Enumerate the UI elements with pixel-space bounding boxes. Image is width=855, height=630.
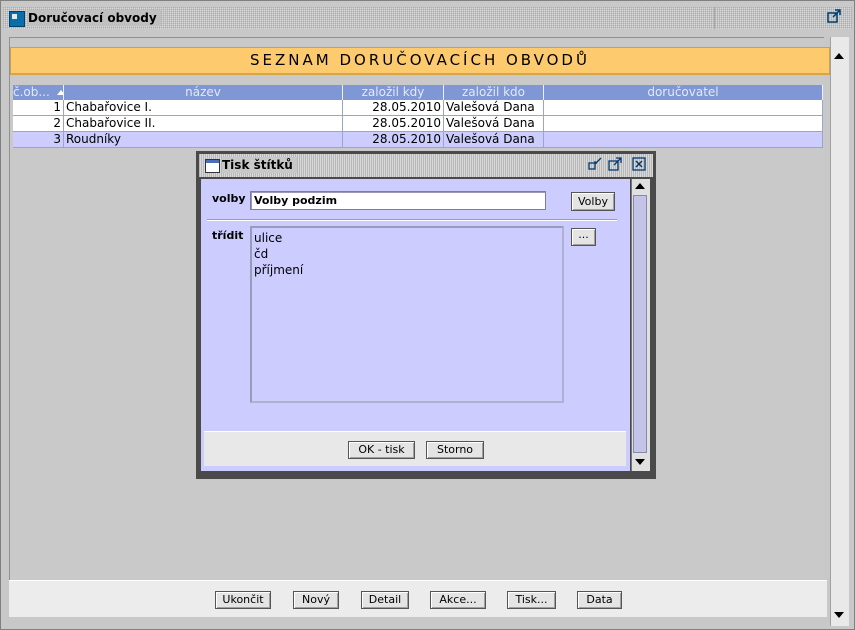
cell-cislo: 1 (13, 100, 64, 116)
cell-dorucovatel (544, 132, 823, 148)
tisk-stitku-dialog: Tisk štítků volby Volby podzim Volby tří… (196, 151, 656, 479)
column-header-zalozil-kdo[interactable]: založil kdo (444, 85, 544, 100)
cell-zalozil-kdo: Valešová Dana (444, 100, 544, 116)
cell-nazev: Chabařovice I. (64, 100, 343, 116)
scroll-up-icon[interactable] (635, 183, 645, 189)
column-header-dorucovatel[interactable]: doručovatel (544, 85, 823, 100)
tridit-label: třídit (212, 229, 244, 242)
scroll-up-icon[interactable] (834, 53, 844, 59)
tridit-list[interactable]: ulice čd příjmení (250, 226, 564, 403)
list-item[interactable]: čd (254, 246, 560, 262)
cell-dorucovatel (544, 100, 823, 116)
akce-button[interactable]: Akce... (430, 591, 486, 609)
detail-button[interactable]: Detail (361, 591, 409, 609)
maximize-icon[interactable] (607, 157, 623, 173)
cell-zalozil-kdo: Valešová Dana (444, 132, 544, 148)
volby-button[interactable]: Volby (571, 192, 615, 211)
storno-button[interactable]: Storno (426, 441, 484, 459)
column-label: č.ob... (13, 85, 50, 99)
maximize-icon[interactable] (826, 9, 842, 25)
tridit-ellipsis-button[interactable]: ... (571, 228, 596, 246)
cell-nazev: Roudníky (64, 132, 343, 148)
page-title: SEZNAM DORUČOVACÍCH OBVODŮ (10, 47, 830, 75)
list-item[interactable]: příjmení (254, 262, 560, 278)
column-header-nazev[interactable]: název (64, 85, 343, 100)
window-icon (205, 159, 220, 173)
title-bar[interactable]: Doručovací obvody (3, 7, 852, 29)
volby-field[interactable]: Volby podzim (250, 191, 546, 210)
cell-zalozil-kdy: 28.05.2010 (343, 116, 444, 132)
bottom-button-bar: Ukončit Nový Detail Akce... Tisk... Data (9, 580, 827, 617)
novy-button[interactable]: Nový (293, 591, 339, 609)
scroll-thumb[interactable] (633, 195, 647, 453)
table-row[interactable]: 1 Chabařovice I. 28.05.2010 Valešová Dan… (13, 100, 823, 116)
divider (207, 219, 617, 221)
cell-zalozil-kdy: 28.05.2010 (343, 132, 444, 148)
list-item[interactable]: ulice (254, 230, 560, 246)
column-header-cislo[interactable]: č.ob... (13, 85, 64, 100)
dialog-button-bar: OK - tisk Storno (204, 431, 626, 466)
ok-tisk-button[interactable]: OK - tisk (348, 441, 415, 459)
cell-nazev: Chabařovice II. (64, 116, 343, 132)
table-row[interactable]: 2 Chabařovice II. 28.05.2010 Valešová Da… (13, 116, 823, 132)
data-button[interactable]: Data (577, 591, 622, 609)
window-title: Doručovací obvody (28, 10, 161, 26)
sort-ascending-icon (56, 90, 63, 95)
dialog-title: Tisk štítků (222, 157, 297, 173)
cell-zalozil-kdy: 28.05.2010 (343, 100, 444, 116)
main-scrollbar[interactable] (830, 37, 849, 626)
scroll-down-icon[interactable] (635, 459, 645, 465)
table-header: č.ob... název založil kdy založil kdo do… (13, 85, 823, 100)
dialog-title-bar[interactable]: Tisk štítků (199, 154, 653, 177)
table-row-selected[interactable]: 3 Roudníky 28.05.2010 Valešová Dana (13, 132, 823, 148)
tisk-button[interactable]: Tisk... (507, 591, 556, 609)
dialog-scrollbar[interactable] (631, 179, 650, 471)
close-icon[interactable] (631, 157, 647, 173)
ukoncit-button[interactable]: Ukončit (215, 591, 271, 609)
dialog-body: volby Volby podzim Volby třídit ... ulic… (201, 179, 630, 471)
volby-label: volby (212, 192, 246, 205)
scroll-down-icon[interactable] (834, 612, 844, 618)
cell-zalozil-kdo: Valešová Dana (444, 116, 544, 132)
title-separator (714, 7, 715, 29)
app-icon (9, 11, 25, 27)
restore-icon[interactable] (587, 157, 603, 173)
cell-cislo: 2 (13, 116, 64, 132)
column-header-zalozil-kdy[interactable]: založil kdy (343, 85, 444, 100)
cell-cislo: 3 (13, 132, 64, 148)
cell-dorucovatel (544, 116, 823, 132)
